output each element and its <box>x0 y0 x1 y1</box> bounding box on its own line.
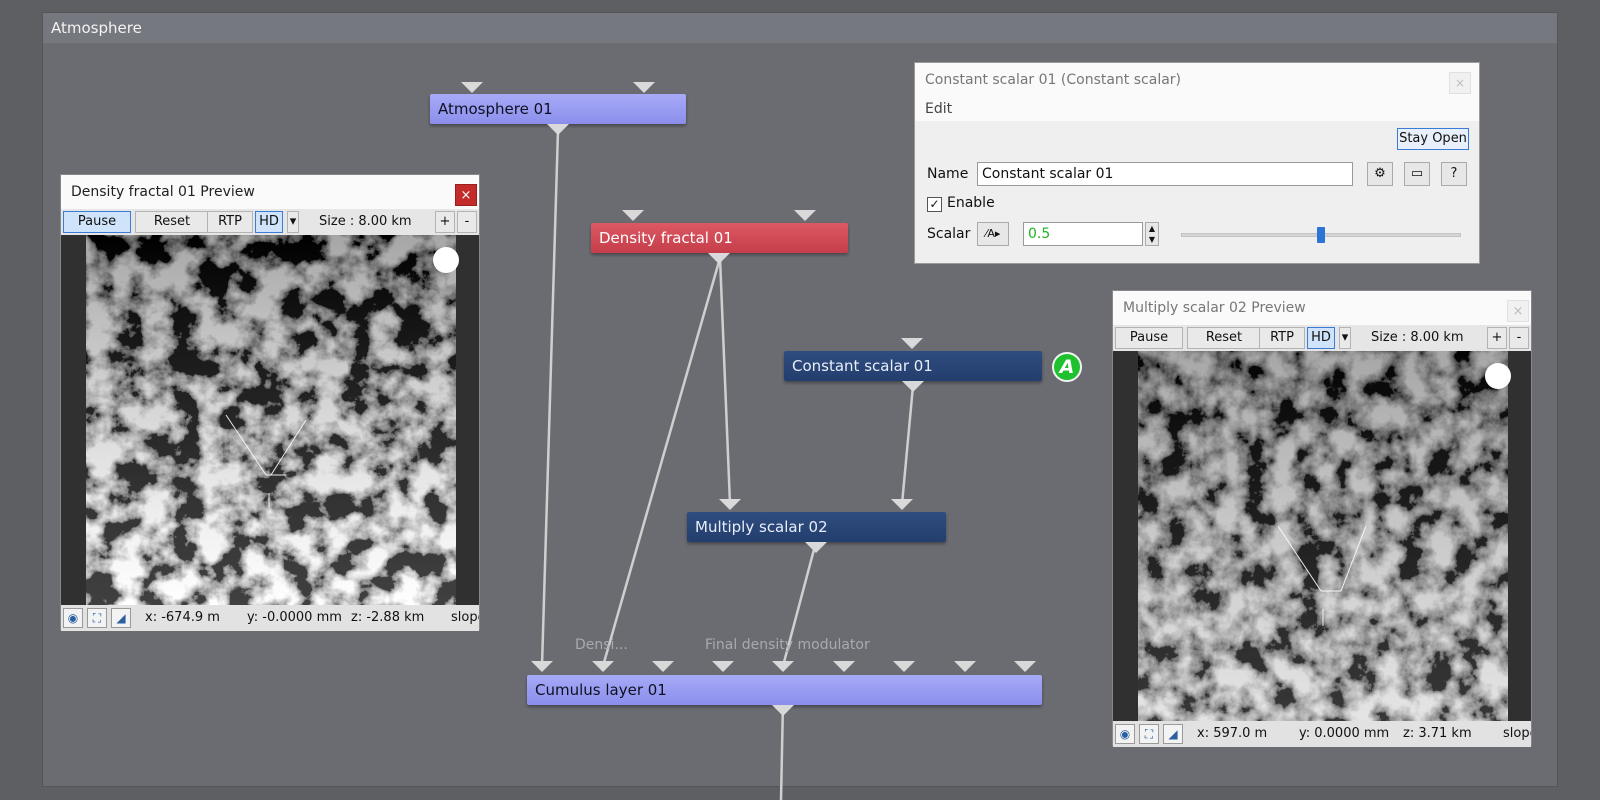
preview-render[interactable] <box>61 235 479 605</box>
node-cumulus-layer[interactable]: Cumulus layer 01 <box>527 675 1042 705</box>
pause-button[interactable]: Pause <box>63 211 131 233</box>
preview-status-bar: ◉ ⛶ ◢ x: -674.9 m y: -0.0000 mm z: -2.88… <box>61 605 479 631</box>
x-coordinate: x: -674.9 m <box>145 610 220 625</box>
preview-status-bar: ◉ ⛶ ◢ x: 597.0 m y: 0.0000 mm z: 3.71 km… <box>1113 721 1531 747</box>
cumulus-input-port[interactable] <box>893 661 915 672</box>
zoom-out-button[interactable]: - <box>1509 327 1529 349</box>
cumulus-input-port[interactable] <box>772 661 794 672</box>
node-constant-scalar[interactable]: Constant scalar 01 <box>784 351 1042 381</box>
rtp-button[interactable]: RTP <box>207 211 253 233</box>
scalar-label: Scalar <box>927 226 971 242</box>
cumulus-input-port[interactable] <box>712 661 734 672</box>
rtp-button[interactable]: RTP <box>1259 327 1305 349</box>
cumulus-input-port[interactable] <box>954 661 976 672</box>
enable-checkbox[interactable]: ✓ <box>927 197 942 212</box>
zoom-out-button[interactable]: - <box>457 211 477 233</box>
z-coordinate: z: 3.71 km <box>1403 726 1472 741</box>
input-label-densi: Densi... <box>575 637 628 653</box>
close-icon[interactable]: × <box>1507 300 1529 322</box>
gear-icon[interactable]: ⚙ <box>1367 162 1393 186</box>
x-coordinate: x: 597.0 m <box>1197 726 1268 741</box>
preview-render[interactable] <box>1113 351 1531 721</box>
constant-output-port[interactable] <box>902 381 924 392</box>
atmosphere-input-port[interactable] <box>633 82 655 93</box>
app-root: Atmosphere Atmosphere 01 Density fractal… <box>0 0 1600 800</box>
pause-button[interactable]: Pause <box>1115 327 1183 349</box>
y-coordinate: y: -0.0000 mm <box>247 610 342 625</box>
preview-icon[interactable]: ▭ <box>1404 162 1430 186</box>
hd-button[interactable]: HD <box>255 211 283 233</box>
preview-title: Multiply scalar 02 Preview <box>1113 291 1531 325</box>
compass-icon[interactable] <box>433 247 459 273</box>
z-coordinate: z: -2.88 km <box>351 610 425 625</box>
scalar-slider-thumb[interactable] <box>1317 227 1325 243</box>
compass-icon[interactable] <box>1485 363 1511 389</box>
reset-button[interactable]: Reset <box>135 211 209 233</box>
preview-multiply-scalar: Multiply scalar 02 Preview × Pause Reset… <box>1112 290 1532 747</box>
close-icon[interactable]: × <box>455 184 477 206</box>
animate-icon[interactable]: ⁄A▸ <box>977 222 1009 246</box>
dialog-title: Constant scalar 01 (Constant scalar) <box>915 63 1479 97</box>
node-density-fractal[interactable]: Density fractal 01 <box>591 223 848 253</box>
cumulus-input-port[interactable] <box>1014 661 1036 672</box>
cumulus-input-port[interactable] <box>652 661 674 672</box>
eye-icon[interactable]: ◉ <box>63 608 83 628</box>
input-label-final-density: Final density modulator <box>705 637 870 653</box>
window-title: Atmosphere <box>43 13 1557 43</box>
help-button[interactable]: ? <box>1441 162 1467 186</box>
noise-image <box>86 235 456 605</box>
noise-image <box>1138 351 1508 721</box>
fit-view-icon[interactable]: ⛶ <box>87 608 107 628</box>
fit-view-icon[interactable]: ⛶ <box>1139 724 1159 744</box>
preview-density-fractal: Density fractal 01 Preview × Pause Reset… <box>60 174 480 631</box>
preview-title: Density fractal 01 Preview <box>61 175 479 209</box>
multiply-output-port[interactable] <box>805 542 827 553</box>
eye-icon[interactable]: ◉ <box>1115 724 1135 744</box>
size-readout: Size : 8.00 km <box>319 214 412 229</box>
edit-menu[interactable]: Edit <box>915 97 1479 121</box>
node-multiply-scalar[interactable]: Multiply scalar 02 <box>687 512 946 542</box>
close-icon[interactable]: × <box>1449 72 1471 94</box>
brush-icon[interactable]: ▾ <box>287 211 299 233</box>
preview-toolbar: Pause Reset RTP HD ▾ Size : 8.00 km + - <box>61 209 479 235</box>
cumulus-input-port[interactable] <box>833 661 855 672</box>
name-field[interactable]: Constant scalar 01 <box>977 162 1353 186</box>
cumulus-input-port[interactable] <box>531 661 553 672</box>
scalar-stepper[interactable]: ▲ ▼ <box>1145 222 1159 246</box>
slope-icon[interactable]: ◢ <box>111 608 131 628</box>
cumulus-output-port[interactable] <box>772 705 794 716</box>
density-input-port[interactable] <box>794 210 816 221</box>
name-label: Name <box>927 166 969 182</box>
atmosphere-output-port[interactable] <box>547 124 569 135</box>
density-input-port[interactable] <box>622 210 644 221</box>
slope-readout: slope <box>451 610 479 625</box>
preview-toolbar: Pause Reset RTP HD ▾ Size : 8.00 km + - <box>1113 325 1531 351</box>
density-output-port[interactable] <box>708 253 730 264</box>
multiply-input-port[interactable] <box>891 499 913 510</box>
zoom-in-button[interactable]: + <box>435 211 455 233</box>
constant-scalar-properties-dialog: Constant scalar 01 (Constant scalar) × E… <box>914 62 1480 264</box>
zoom-in-button[interactable]: + <box>1487 327 1507 349</box>
stay-open-button[interactable]: Stay Open <box>1397 128 1469 150</box>
atmosphere-input-port[interactable] <box>461 82 483 93</box>
slope-icon[interactable]: ◢ <box>1163 724 1183 744</box>
multiply-input-port[interactable] <box>719 499 741 510</box>
slope-readout: slope <box>1503 726 1531 741</box>
active-node-badge: A <box>1052 352 1082 382</box>
enable-label: Enable <box>947 195 995 211</box>
size-readout: Size : 8.00 km <box>1371 330 1464 345</box>
reset-button[interactable]: Reset <box>1187 327 1261 349</box>
scalar-value-input[interactable]: 0.5 <box>1023 222 1143 246</box>
brush-icon[interactable]: ▾ <box>1339 327 1351 349</box>
hd-button[interactable]: HD <box>1307 327 1335 349</box>
y-coordinate: y: 0.0000 mm <box>1299 726 1390 741</box>
constant-input-port[interactable] <box>901 338 923 349</box>
cumulus-input-port[interactable] <box>592 661 614 672</box>
node-atmosphere[interactable]: Atmosphere 01 <box>430 94 686 124</box>
